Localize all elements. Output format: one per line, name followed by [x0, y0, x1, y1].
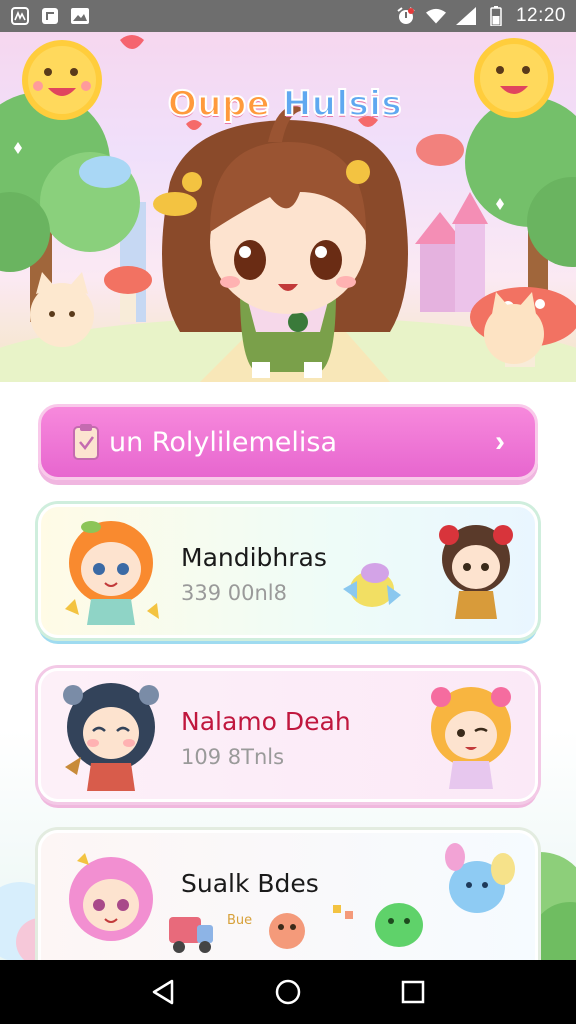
status-bar: 12:20	[0, 0, 576, 32]
pink-hair-girl-avatar	[69, 853, 153, 941]
tag-label: Bue	[227, 913, 253, 928]
back-icon[interactable]	[143, 972, 183, 1012]
dark-hair-girl-avatar	[439, 525, 513, 619]
recents-icon[interactable]	[393, 972, 433, 1012]
hero-banner: Oupe Hulsis	[0, 32, 576, 382]
green-slime-icon	[375, 903, 423, 947]
primary-action-button[interactable]: un Rolylilemelisa ›	[38, 404, 538, 480]
app-title-part-1: Oupe	[167, 83, 271, 125]
sparkle-icon	[333, 905, 353, 919]
clipboard-icon	[71, 422, 101, 462]
blonde-girl-avatar	[431, 687, 511, 789]
primary-action-label: un Rolylilemelisa	[109, 426, 337, 458]
app-icon	[40, 7, 60, 25]
clock: 12:20	[515, 5, 566, 26]
fish-creature-icon	[343, 563, 401, 607]
wifi-icon	[425, 7, 446, 25]
card-title: Mandibhras	[181, 543, 327, 572]
chevron-right-icon: ›	[495, 425, 505, 458]
home-icon[interactable]	[268, 972, 308, 1012]
castle-icon	[415, 192, 488, 312]
gallery-icon	[10, 7, 30, 25]
list-card[interactable]: Sualk Bdes Bue	[38, 830, 538, 960]
battery-icon	[486, 6, 506, 26]
alarm-icon	[396, 7, 416, 25]
main-content: un Rolylilemelisa › Mandibhras 339 00nl8	[0, 382, 576, 960]
card-subtitle: 109 8Tnls	[181, 745, 285, 769]
card-title: Sualk Bdes	[181, 869, 319, 898]
system-icons: 12:20	[396, 5, 566, 27]
signal-icon	[455, 7, 476, 25]
list-card[interactable]: Mandibhras 339 00nl8	[38, 504, 538, 638]
app-title: Oupe Hulsis	[160, 83, 410, 125]
image-icon	[70, 7, 90, 25]
blue-fairy-creature-icon	[445, 843, 515, 913]
blue-hair-girl-avatar	[63, 683, 159, 791]
notification-icons	[10, 7, 90, 25]
list-card[interactable]: Nalamo Deah 109 8Tnls	[38, 668, 538, 802]
navigation-bar	[0, 960, 576, 1024]
card-title: Nalamo Deah	[181, 707, 351, 736]
orange-creature-icon	[269, 913, 305, 949]
truck-icon	[169, 917, 213, 953]
orange-hair-girl-avatar	[65, 521, 159, 625]
app-title-part-2: Hulsis	[282, 83, 403, 125]
card-subtitle: 339 00nl8	[181, 581, 287, 605]
